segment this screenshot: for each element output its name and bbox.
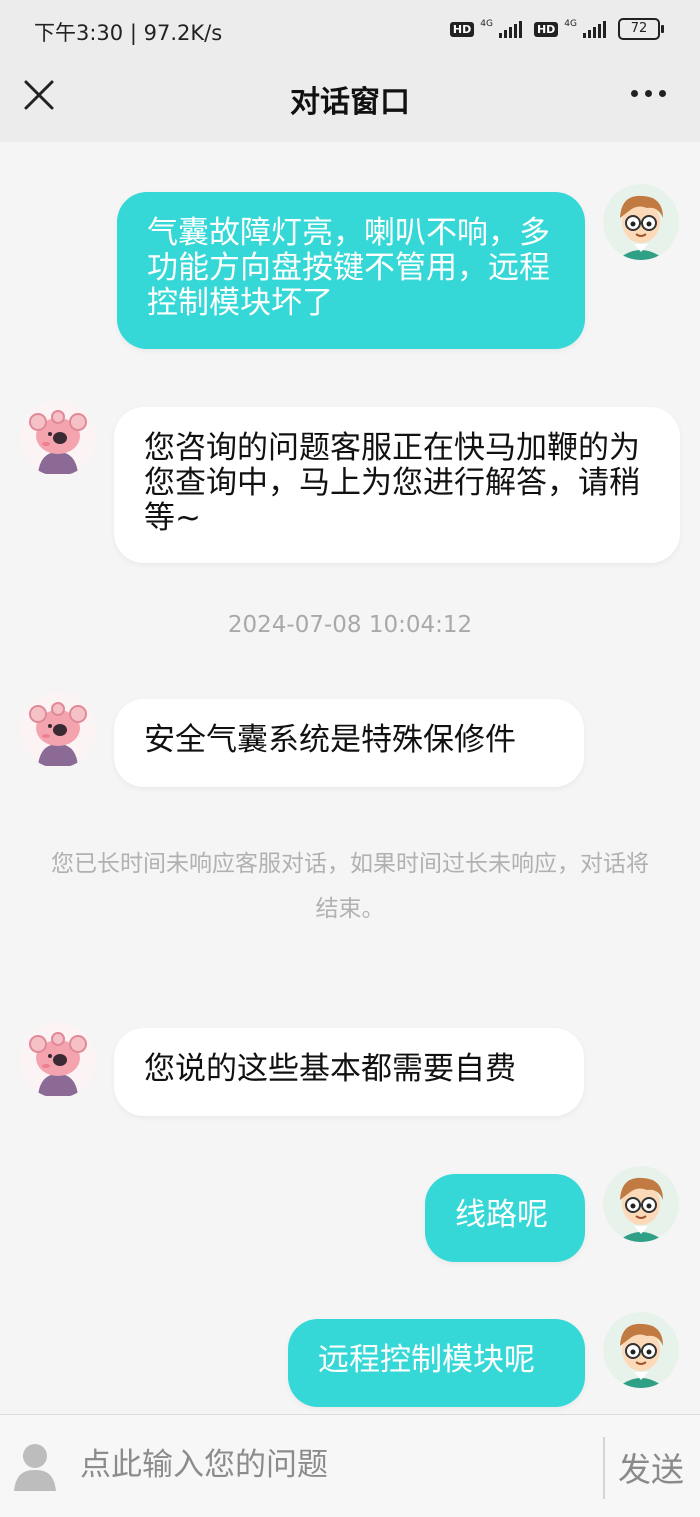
chat-area[interactable]: 气囊故障灯亮，喇叭不响，多功能方向盘按键不管用，远程控制模块坏了 您咨询的问题客… [0,142,700,1414]
input-bar: 发送 [0,1414,700,1517]
network-speed: 97.2K/s [143,21,223,45]
message-bubble-agent: 安全气囊系统是特殊保修件 [114,699,584,787]
message-bubble-agent: 您说的这些基本都需要自费 [114,1028,584,1116]
status-indicators: HD 4G HD 4G 72 [449,18,664,40]
agent-avatar [20,400,96,476]
input-divider [603,1437,605,1499]
header-bar: 对话窗口 [0,60,700,142]
status-time-speed: 下午3:30 | 97.2K/s [34,21,223,45]
signal-icon [583,20,606,38]
status-time: 下午3:30 [34,21,124,45]
page-title: 对话窗口 [290,85,410,120]
hd-badge: HD [449,21,475,37]
person-icon [14,1444,56,1491]
message-bubble-user: 线路呢 [425,1174,585,1262]
network-type: 4G [480,19,493,29]
user-avatar [603,1166,679,1242]
user-avatar [603,1312,679,1388]
send-button[interactable]: 发送 [618,1443,684,1491]
status-bar: 下午3:30 | 97.2K/s HD 4G HD 4G 72 [0,0,700,60]
message-input[interactable] [80,1437,580,1493]
hd-badge: HD [533,21,559,37]
signal-icon [498,20,522,38]
timeout-notice: 您已长时间未响应客服对话，如果时间过长未响应，对话将结束。 [51,851,649,922]
agent-avatar [20,692,96,768]
more-icon[interactable] [631,90,666,97]
network-type: 4G [564,19,577,29]
battery-icon: 72 [618,18,664,40]
message-timestamp: 2024-07-08 10:04:12 [227,612,473,638]
message-bubble-agent: 您咨询的问题客服正在快马加鞭的为您查询中，马上为您进行解答，请稍等~ [114,407,680,563]
message-bubble-user: 气囊故障灯亮，喇叭不响，多功能方向盘按键不管用，远程控制模块坏了 [117,192,585,349]
user-avatar [603,184,679,260]
agent-avatar [20,1022,96,1098]
message-bubble-user: 远程控制模块呢 [288,1319,585,1407]
